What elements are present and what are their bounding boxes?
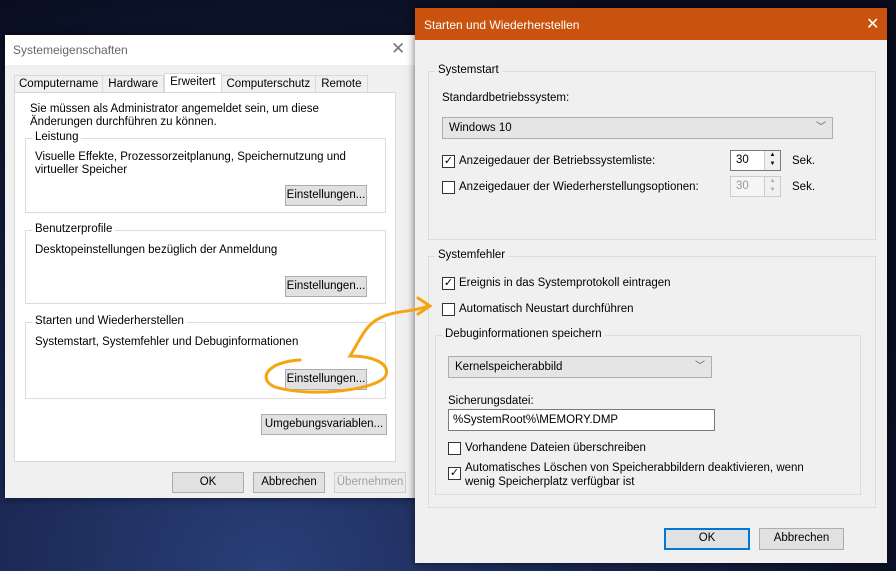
annotation-circle-arrow (264, 304, 430, 394)
annotation-arrow (264, 296, 433, 394)
